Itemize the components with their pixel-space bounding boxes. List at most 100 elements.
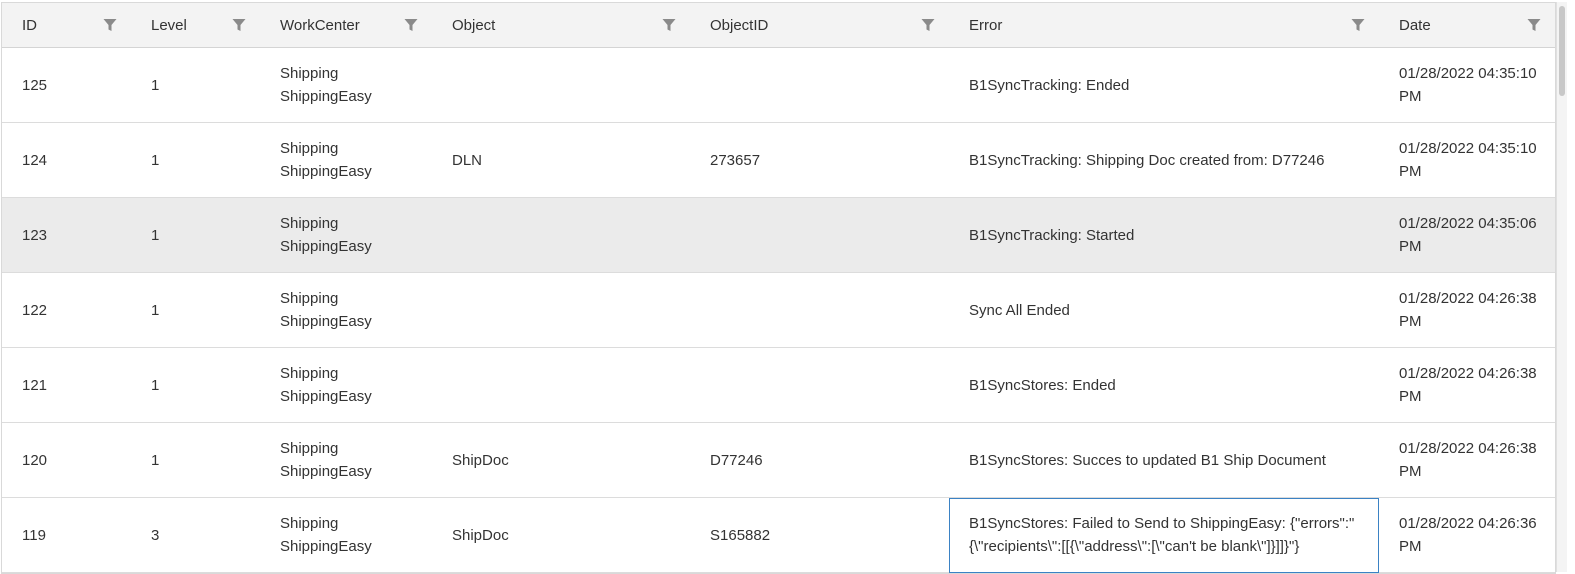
filter-icon[interactable] bbox=[1351, 18, 1365, 32]
cell-date[interactable]: 01/28/2022 04:35:06 PM bbox=[1379, 197, 1555, 273]
cell-date[interactable]: 01/28/2022 04:26:38 PM bbox=[1379, 272, 1555, 348]
cell-workcenter-line: ShippingEasy bbox=[280, 238, 372, 255]
cell-level[interactable]: 3 bbox=[131, 497, 260, 573]
cell-date[interactable]: 01/28/2022 04:26:38 PM bbox=[1379, 347, 1555, 423]
cell-object[interactable] bbox=[432, 272, 690, 348]
cell-level[interactable]: 1 bbox=[131, 197, 260, 273]
cell-error[interactable]: B1SyncStores: Ended bbox=[949, 347, 1379, 423]
cell-date-line: 01/28/2022 04:26:38 bbox=[1399, 290, 1537, 307]
vertical-scrollbar[interactable] bbox=[1556, 2, 1567, 572]
cell-workcenter[interactable]: Shipping ShippingEasy bbox=[260, 197, 432, 273]
cell-error-text: B1SyncStores: Failed to Send to Shipping… bbox=[969, 515, 1355, 555]
cell-workcenter-line: ShippingEasy bbox=[280, 313, 372, 330]
table-row[interactable]: 121 1 Shipping ShippingEasy B1SyncStores: En… bbox=[2, 347, 1555, 423]
cell-object[interactable] bbox=[432, 47, 690, 123]
cell-objectid-text: D77246 bbox=[710, 451, 763, 469]
cell-objectid[interactable]: S165882 bbox=[690, 497, 949, 573]
cell-id[interactable]: 124 bbox=[2, 122, 131, 198]
cell-date[interactable]: 01/28/2022 04:35:10 PM bbox=[1379, 122, 1555, 198]
cell-objectid[interactable] bbox=[690, 347, 949, 423]
cell-id[interactable]: 123 bbox=[2, 197, 131, 273]
cell-objectid[interactable]: D77246 bbox=[690, 422, 949, 498]
cell-objectid[interactable] bbox=[690, 272, 949, 348]
cell-id[interactable]: 121 bbox=[2, 347, 131, 423]
column-header-error[interactable]: Error bbox=[949, 3, 1379, 48]
column-header-date[interactable]: Date bbox=[1379, 3, 1555, 48]
cell-object[interactable] bbox=[432, 197, 690, 273]
cell-date[interactable]: 01/28/2022 04:26:38 PM bbox=[1379, 422, 1555, 498]
cell-id[interactable]: 122 bbox=[2, 272, 131, 348]
scrollbar-thumb[interactable] bbox=[1559, 6, 1565, 96]
cell-objectid[interactable]: 273657 bbox=[690, 122, 949, 198]
table-row[interactable]: 120 1 Shipping ShippingEasy ShipDoc D77246 B1S… bbox=[2, 422, 1555, 498]
filter-icon[interactable] bbox=[103, 18, 117, 32]
cell-workcenter-line: ShippingEasy bbox=[280, 163, 372, 180]
cell-id-text: 119 bbox=[22, 526, 46, 544]
filter-icon[interactable] bbox=[921, 18, 935, 32]
cell-workcenter[interactable]: Shipping ShippingEasy bbox=[260, 497, 432, 573]
cell-date-line: 01/28/2022 04:35:06 bbox=[1399, 215, 1537, 232]
cell-date[interactable]: 01/28/2022 04:26:36 PM bbox=[1379, 497, 1555, 573]
cell-object[interactable] bbox=[432, 347, 690, 423]
cell-object[interactable]: DLN bbox=[432, 122, 690, 198]
table-row[interactable]: 124 1 Shipping ShippingEasy DLN 273657 B1SyncT… bbox=[2, 122, 1555, 198]
cell-level-text: 1 bbox=[151, 226, 160, 244]
cell-date-line: 01/28/2022 04:35:10 bbox=[1399, 65, 1537, 82]
cell-date-line: 01/28/2022 04:26:38 bbox=[1399, 365, 1537, 382]
cell-level-text: 1 bbox=[151, 151, 160, 169]
cell-objectid[interactable] bbox=[690, 197, 949, 273]
cell-error[interactable]: B1SyncStores: Succes to updated B1 Ship … bbox=[949, 422, 1379, 498]
filter-icon[interactable] bbox=[1527, 18, 1541, 32]
cell-date-line: 01/28/2022 04:26:38 bbox=[1399, 440, 1537, 457]
column-header-workcenter[interactable]: WorkCenter bbox=[260, 3, 432, 48]
cell-workcenter[interactable]: Shipping ShippingEasy bbox=[260, 347, 432, 423]
cell-date[interactable]: 01/28/2022 04:35:10 PM bbox=[1379, 47, 1555, 123]
cell-id[interactable]: 125 bbox=[2, 47, 131, 123]
cell-id[interactable]: 120 bbox=[2, 422, 131, 498]
cell-workcenter-line: Shipping bbox=[280, 215, 339, 232]
cell-error[interactable]: Sync All Ended bbox=[949, 272, 1379, 348]
cell-date-line: 01/28/2022 04:26:36 bbox=[1399, 515, 1537, 532]
filter-icon[interactable] bbox=[662, 18, 676, 32]
cell-level[interactable]: 1 bbox=[131, 347, 260, 423]
table-row[interactable]: 123 1 Shipping ShippingEasy B1SyncTracking: … bbox=[2, 197, 1555, 273]
cell-level[interactable]: 1 bbox=[131, 47, 260, 123]
cell-workcenter[interactable]: Shipping ShippingEasy bbox=[260, 272, 432, 348]
cell-error-text: B1SyncStores: Ended bbox=[969, 376, 1116, 394]
grid-body: 125 1 Shipping ShippingEasy B1SyncTracking: … bbox=[2, 47, 1555, 573]
cell-objectid[interactable] bbox=[690, 47, 949, 123]
cell-level[interactable]: 1 bbox=[131, 122, 260, 198]
column-header-label: Object bbox=[452, 16, 496, 34]
cell-workcenter[interactable]: Shipping ShippingEasy bbox=[260, 47, 432, 123]
column-header-object[interactable]: Object bbox=[432, 3, 690, 48]
cell-object[interactable]: ShipDoc bbox=[432, 422, 690, 498]
cell-id-text: 123 bbox=[22, 226, 48, 244]
column-header-label: ObjectID bbox=[710, 16, 769, 34]
cell-id-text: 120 bbox=[22, 451, 48, 469]
filter-icon[interactable] bbox=[232, 18, 246, 32]
table-row[interactable]: 119 3 Shipping ShippingEasy ShipDoc S165882 B1… bbox=[2, 497, 1555, 573]
column-header-objectid[interactable]: ObjectID bbox=[690, 3, 949, 48]
cell-error[interactable]: B1SyncStores: Failed to Send to Shipping… bbox=[949, 497, 1379, 573]
cell-error[interactable]: B1SyncTracking: Shipping Doc created fro… bbox=[949, 122, 1379, 198]
column-header-level[interactable]: Level bbox=[131, 3, 260, 48]
cell-level[interactable]: 1 bbox=[131, 272, 260, 348]
cell-level-text: 1 bbox=[151, 76, 160, 94]
cell-date-line: PM bbox=[1399, 238, 1422, 255]
cell-id[interactable]: 119 bbox=[2, 497, 131, 573]
cell-level[interactable]: 1 bbox=[131, 422, 260, 498]
column-header-label: Level bbox=[151, 16, 187, 34]
cell-workcenter[interactable]: Shipping ShippingEasy bbox=[260, 422, 432, 498]
cell-object[interactable]: ShipDoc bbox=[432, 497, 690, 573]
table-row[interactable]: 125 1 Shipping ShippingEasy B1SyncTracking: … bbox=[2, 47, 1555, 123]
log-grid: ID Level WorkCenter Object ObjectID Error Date… bbox=[1, 2, 1556, 574]
cell-error[interactable]: B1SyncTracking: Ended bbox=[949, 47, 1379, 123]
cell-id-text: 122 bbox=[22, 301, 48, 319]
filter-icon[interactable] bbox=[404, 18, 418, 32]
cell-error[interactable]: B1SyncTracking: Started bbox=[949, 197, 1379, 273]
cell-workcenter[interactable]: Shipping ShippingEasy bbox=[260, 122, 432, 198]
column-header-label: ID bbox=[22, 16, 37, 34]
cell-error-text: Sync All Ended bbox=[969, 301, 1070, 319]
column-header-id[interactable]: ID bbox=[2, 3, 131, 48]
table-row[interactable]: 122 1 Shipping ShippingEasy Sync All Ended 01… bbox=[2, 272, 1555, 348]
